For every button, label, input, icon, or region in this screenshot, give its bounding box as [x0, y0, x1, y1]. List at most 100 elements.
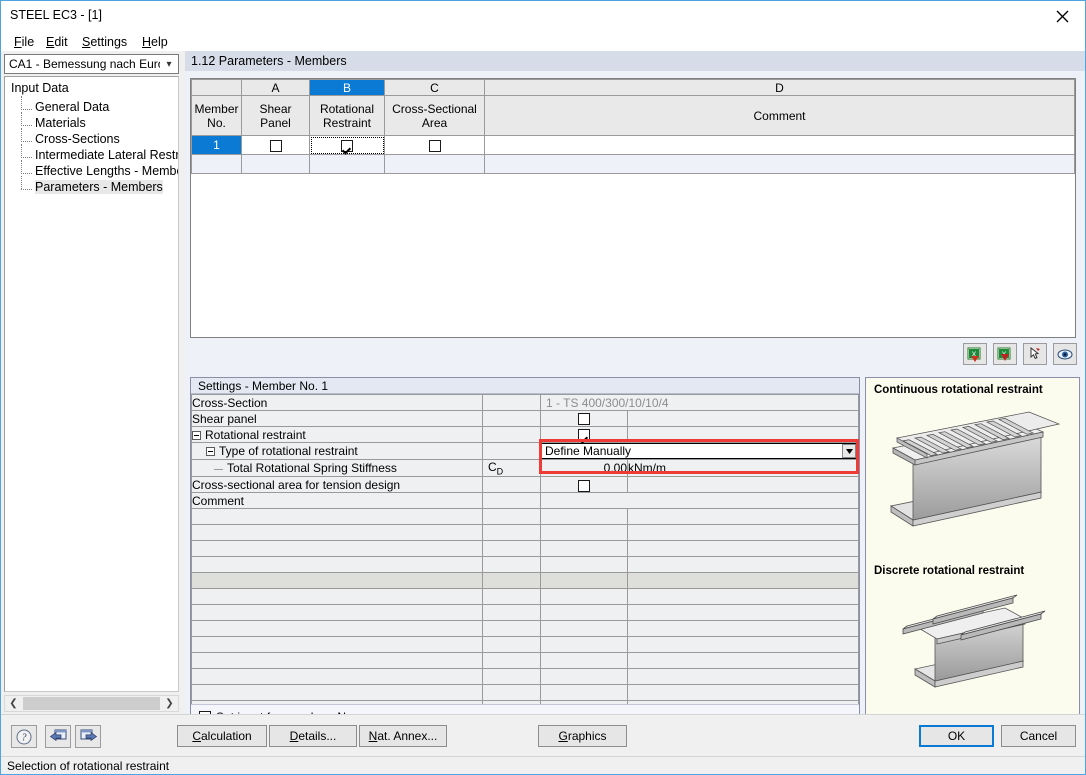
property-row-rotational-restraint[interactable]: Rotational restraint	[192, 427, 859, 443]
details-button[interactable]: Details...	[269, 725, 357, 747]
collapse-expander-icon[interactable]	[192, 431, 201, 440]
checkbox-cross-sectional-area[interactable]	[429, 140, 441, 152]
pick-from-model-icon[interactable]	[1023, 343, 1047, 365]
checkbox-rotational-restraint-setting[interactable]	[578, 429, 590, 441]
graphics-button[interactable]: Graphics	[538, 725, 627, 747]
property-row-comment[interactable]: Comment	[192, 493, 859, 509]
property-value-shear-panel[interactable]	[541, 411, 628, 427]
property-blank-row[interactable]	[192, 653, 859, 669]
menu-settings[interactable]: Settings	[77, 33, 132, 50]
property-blank-row-shaded[interactable]	[192, 573, 859, 589]
blank-cell	[483, 685, 541, 701]
col-letter-d[interactable]: D	[485, 80, 1075, 96]
blank-cell	[192, 509, 483, 525]
property-value-cross-sectional-area-tension[interactable]	[541, 477, 628, 493]
cell-cross-sectional-area[interactable]	[385, 136, 485, 155]
symbol-subscript: D	[497, 466, 504, 476]
blank-cell	[541, 573, 628, 589]
property-blank-row[interactable]	[192, 621, 859, 637]
next-module-icon[interactable]	[75, 725, 101, 748]
property-value-comment[interactable]	[541, 493, 859, 509]
settings-title: Settings - Member No. 1	[191, 378, 859, 394]
property-value-total-rotational-spring-stiffness[interactable]: 0.00	[541, 460, 628, 477]
sidebar-item-parameters-members[interactable]: Parameters - Members	[21, 180, 163, 194]
symbol-main: C	[488, 460, 497, 474]
property-label: Type of rotational restraint	[192, 443, 483, 460]
sidebar-item-cross-sections[interactable]: Cross-Sections	[21, 132, 120, 146]
design-case-selector[interactable]: CA1 - Bemessung nach Eurocod ▾	[4, 54, 179, 74]
sidebar-item-materials[interactable]: Materials	[21, 116, 86, 130]
view-mode-icon[interactable]	[1053, 343, 1077, 365]
table-header-row: Member No. Shear Panel Rotational Restra…	[192, 96, 1075, 136]
checkbox-cross-sectional-area-tension[interactable]	[578, 480, 590, 492]
property-blank-row[interactable]	[192, 589, 859, 605]
collapse-expander-icon[interactable]	[206, 447, 215, 456]
property-blank-row[interactable]	[192, 637, 859, 653]
tree-root-input-data[interactable]: Input Data	[11, 81, 69, 95]
property-row-shear-panel[interactable]: Shear panel	[192, 411, 859, 427]
menu-help[interactable]: Help	[137, 33, 173, 50]
cell-empty[interactable]	[310, 155, 385, 174]
sidebar-item-label: Cross-Sections	[35, 132, 120, 146]
property-row-cross-sectional-area-tension[interactable]: Cross-sectional area for tension design	[192, 477, 859, 493]
property-value-rotational-restraint[interactable]	[541, 427, 628, 443]
property-symbol	[483, 427, 541, 443]
row-member-no[interactable]: 1	[192, 136, 242, 155]
property-blank-row[interactable]	[192, 605, 859, 621]
dropdown-type-of-rotational-restraint[interactable]: Define Manually	[541, 443, 858, 459]
import-from-excel-down-icon[interactable]: X	[993, 343, 1017, 365]
cell-shear-panel[interactable]	[242, 136, 310, 155]
property-row-total-rotational-spring-stiffness[interactable]: Total Rotational Spring Stiffness CD 0.0…	[192, 460, 859, 477]
property-blank-row[interactable]	[192, 509, 859, 525]
row-empty-header[interactable]	[192, 155, 242, 174]
scrollbar-thumb[interactable]	[23, 697, 160, 710]
sidebar-horizontal-scrollbar[interactable]: ❮ ❯	[4, 695, 179, 712]
sidebar-item-intermediate-lateral-restraints[interactable]: Intermediate Lateral Restraints	[21, 148, 179, 162]
property-blank-row[interactable]	[192, 541, 859, 557]
close-icon[interactable]	[1039, 1, 1085, 31]
help-icon[interactable]: ?	[11, 725, 37, 748]
checkbox-shear-panel[interactable]	[270, 140, 282, 152]
export-to-excel-up-icon[interactable]: X	[963, 343, 987, 365]
cell-empty[interactable]	[242, 155, 310, 174]
checkbox-shear-panel-setting[interactable]	[578, 413, 590, 425]
property-blank-row[interactable]	[192, 669, 859, 685]
menu-file[interactable]: FFileile	[9, 33, 39, 50]
ok-button[interactable]: OK	[919, 725, 994, 747]
col-letter-a[interactable]: A	[242, 80, 310, 96]
col-letter-b[interactable]: B	[310, 80, 385, 96]
sidebar-item-general-data[interactable]: General Data	[21, 100, 109, 114]
calculation-button[interactable]: Calculation	[177, 725, 267, 747]
property-blank-row[interactable]	[192, 525, 859, 541]
members-table[interactable]: A B C D Member No. Shear Panel Rotati	[190, 78, 1076, 338]
checkbox-rotational-restraint[interactable]	[341, 140, 353, 152]
blank-cell	[541, 509, 628, 525]
property-row-type-of-rotational-restraint[interactable]: Type of rotational restraint Define Manu…	[192, 443, 859, 460]
steel-ec3-window: STEEL EC3 - [1] FFileile Edit Settings H…	[0, 0, 1086, 775]
sidebar-item-effective-lengths-members[interactable]: Effective Lengths - Members	[21, 164, 179, 178]
property-blank-row[interactable]	[192, 557, 859, 573]
property-value-type-of-rotational-restraint[interactable]: Define Manually	[541, 443, 859, 460]
blank-cell	[541, 653, 628, 669]
settings-panel: Settings - Member No. 1 Cross-Section 1 …	[190, 377, 860, 757]
chevron-left-icon[interactable]: ❮	[5, 696, 22, 711]
cell-rotational-restraint[interactable]	[310, 136, 385, 155]
menu-edit[interactable]: Edit	[41, 33, 73, 50]
chevron-down-icon[interactable]	[842, 444, 856, 458]
chevron-right-icon[interactable]: ❯	[161, 696, 178, 711]
cell-comment[interactable]	[485, 136, 1075, 155]
sidebar-item-label: General Data	[35, 100, 109, 114]
sidebar-item-label: Intermediate Lateral Restraints	[35, 148, 179, 162]
previous-module-icon[interactable]	[45, 725, 71, 748]
blank-cell	[483, 589, 541, 605]
cancel-button[interactable]: Cancel	[1001, 725, 1076, 747]
property-row-cross-section[interactable]: Cross-Section 1 - TS 400/300/10/10/4	[192, 395, 859, 411]
nat-annex-button[interactable]: Nat. Annex...	[359, 725, 447, 747]
cell-empty[interactable]	[485, 155, 1075, 174]
cell-empty[interactable]	[385, 155, 485, 174]
col-letter-c[interactable]: C	[385, 80, 485, 96]
table-empty-row[interactable]	[192, 155, 1075, 174]
blank-cell	[483, 605, 541, 621]
table-row[interactable]: 1	[192, 136, 1075, 155]
property-blank-row[interactable]	[192, 685, 859, 701]
